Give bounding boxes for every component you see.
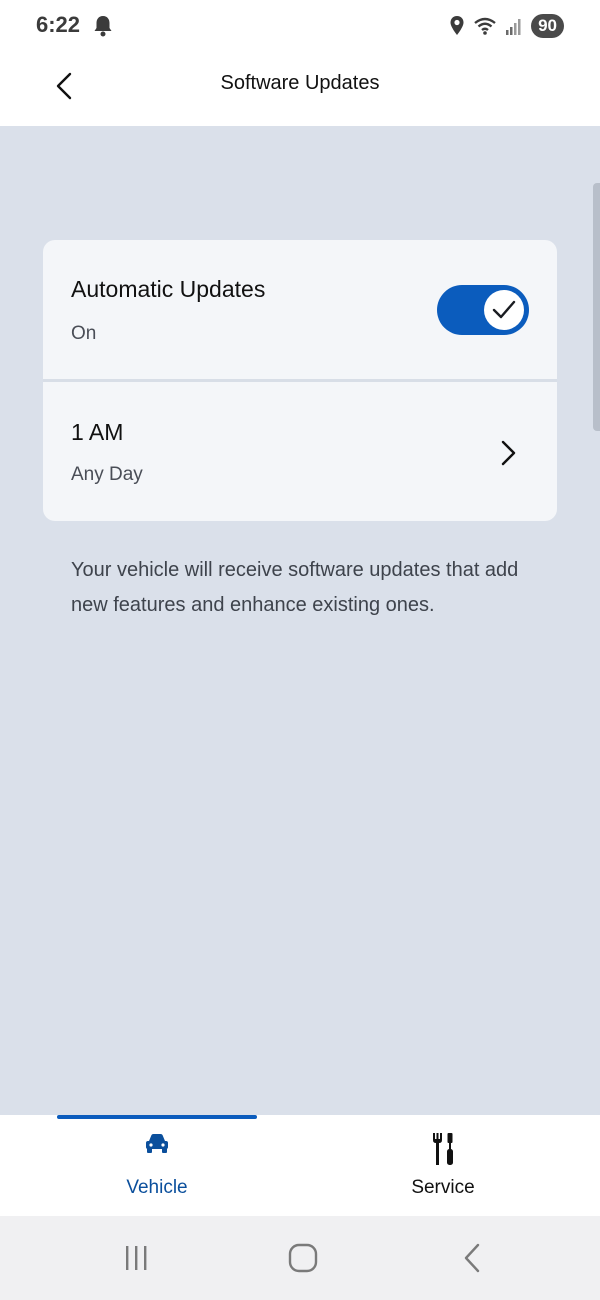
recent-apps-button[interactable] xyxy=(116,1240,156,1276)
update-schedule-row[interactable]: 1 AM Any Day xyxy=(43,381,557,521)
tab-service[interactable]: Service xyxy=(343,1115,543,1216)
bell-icon xyxy=(94,16,112,37)
status-bar: 6:22 90 xyxy=(0,0,600,52)
car-icon xyxy=(146,1134,168,1153)
home-icon xyxy=(288,1243,318,1273)
recent-apps-icon xyxy=(126,1246,147,1270)
signal-icon xyxy=(506,19,521,35)
schedule-day: Any Day xyxy=(71,464,143,485)
check-icon xyxy=(492,300,516,319)
tab-vehicle[interactable]: Vehicle xyxy=(57,1115,257,1216)
system-nav-bar xyxy=(0,1216,600,1300)
automatic-updates-status: On xyxy=(71,323,97,344)
tab-vehicle-label: Vehicle xyxy=(126,1177,188,1198)
updates-description: Your vehicle will receive software updat… xyxy=(71,559,519,616)
page-title: Software Updates xyxy=(220,72,380,94)
automatic-updates-title: Automatic Updates xyxy=(71,276,266,302)
tab-service-label: Service xyxy=(411,1177,475,1198)
schedule-time: 1 AM xyxy=(71,419,124,445)
battery-icon: 90 xyxy=(531,14,564,38)
tools-icon xyxy=(433,1133,453,1165)
bottom-nav: Vehicle Service xyxy=(0,1115,600,1216)
status-icons: 90 xyxy=(449,12,564,40)
chevron-right-icon xyxy=(501,440,516,466)
system-back-icon xyxy=(464,1243,480,1273)
status-time: 6:22 xyxy=(36,12,81,37)
scrollbar[interactable] xyxy=(593,183,600,431)
app-header: Software Updates xyxy=(0,52,600,126)
home-button[interactable] xyxy=(283,1240,323,1276)
automatic-updates-toggle[interactable] xyxy=(437,285,529,335)
toggle-knob xyxy=(484,290,524,330)
location-icon xyxy=(450,16,464,35)
wifi-icon xyxy=(474,17,496,35)
settings-card: Automatic Updates On 1 AM Any Day xyxy=(43,240,557,521)
system-back-button[interactable] xyxy=(452,1240,492,1276)
automatic-updates-row: Automatic Updates On xyxy=(43,240,557,380)
